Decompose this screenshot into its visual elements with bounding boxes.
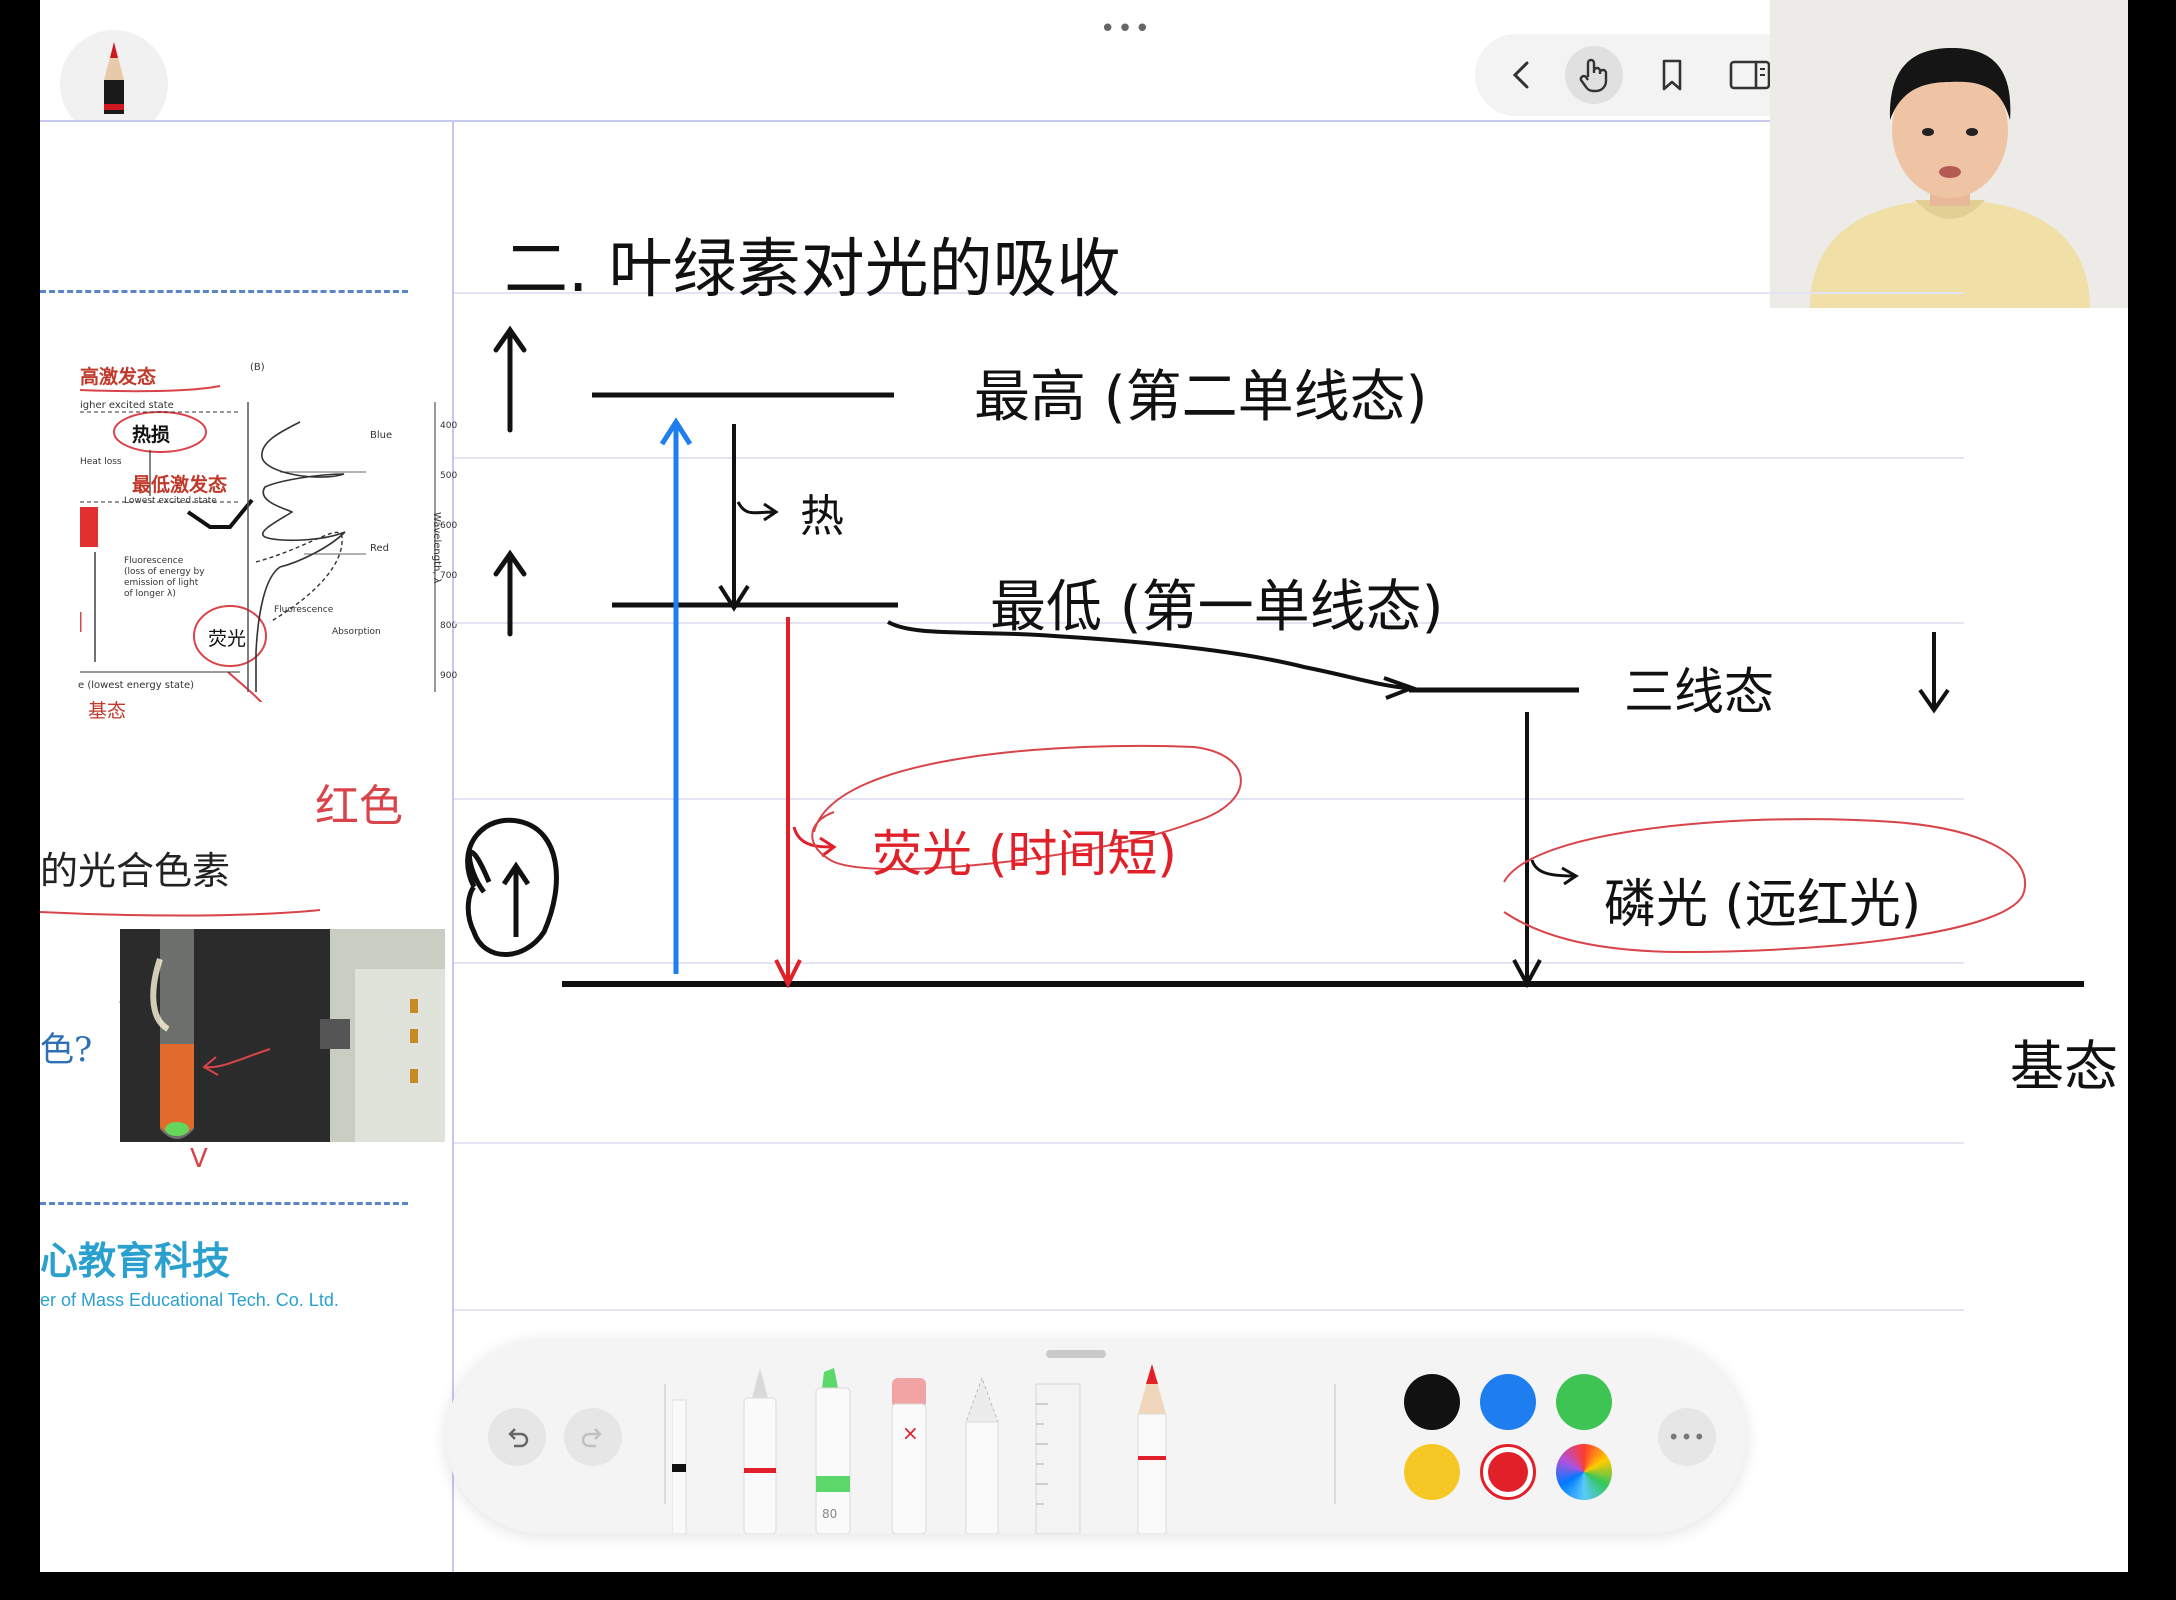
color-blue-swatch[interactable] bbox=[1480, 1374, 1536, 1430]
color-question-text: 色? bbox=[40, 1030, 93, 1070]
ground-state-en: e (lowest energy state) bbox=[78, 680, 195, 691]
triplet-label: 三线态 bbox=[1624, 663, 1774, 721]
energy-spectrum-svg bbox=[70, 385, 436, 763]
toolbar-separator bbox=[1334, 1384, 1336, 1504]
energy-level-diagram bbox=[465, 325, 2084, 989]
fluorescence-label: 荧光 (时间短) bbox=[872, 825, 1177, 883]
color-red-fill bbox=[1488, 1452, 1528, 1492]
absorption-curve-label: Absorption bbox=[332, 627, 381, 637]
fineliner-tool[interactable] bbox=[743, 1368, 777, 1534]
higher-state-en: igher excited state bbox=[80, 400, 174, 411]
lasso-tool[interactable] bbox=[965, 1376, 999, 1534]
tool-set: 80 × bbox=[672, 1364, 1167, 1534]
app-screen: ••• 高激发态 (B) igher excited state 热损 Heat… bbox=[40, 0, 2128, 1572]
pencil-tool[interactable] bbox=[1137, 1364, 1167, 1534]
hand-tool-button[interactable] bbox=[1565, 46, 1623, 104]
color-black-swatch[interactable] bbox=[1404, 1374, 1460, 1430]
toolbar-separator bbox=[664, 1384, 666, 1504]
pen-redo-button[interactable] bbox=[564, 1408, 622, 1466]
higher-state-label: 高激发态 bbox=[80, 366, 157, 388]
marker-size-label: 80 bbox=[822, 1507, 837, 1521]
highest-level-label: 最高 (第二单线态) bbox=[974, 365, 1428, 430]
red-peak-label: Red bbox=[370, 543, 389, 554]
color-red-swatch-selected[interactable] bbox=[1480, 1444, 1536, 1500]
redo-icon bbox=[581, 1428, 602, 1448]
pen-tool[interactable] bbox=[672, 1399, 687, 1534]
fluorescence-note: Fluorescence (loss of energy by emission… bbox=[124, 556, 205, 599]
company-logo-en: er of Mass Educational Tech. Co. Ltd. bbox=[40, 1290, 339, 1310]
svg-text:×: × bbox=[902, 1421, 919, 1445]
dashed-divider bbox=[40, 290, 408, 293]
lowest-state-label: 最低激发态 bbox=[132, 474, 228, 496]
blue-peak-label: Blue bbox=[370, 430, 393, 441]
marker-tool[interactable]: 80 bbox=[815, 1368, 851, 1534]
pen-toolbar: 80 × ••• bbox=[446, 1340, 1746, 1534]
phosphorescence-label: 磷光 (远红光) bbox=[1604, 875, 1922, 935]
undo-icon bbox=[508, 1428, 529, 1448]
red-color-note: 红色 bbox=[315, 781, 403, 832]
heat-loss-label: 热损 bbox=[132, 424, 171, 446]
panel-label: (B) bbox=[250, 362, 265, 373]
bookmark-icon bbox=[1662, 59, 1682, 91]
company-logo-cn: 心教育科技 bbox=[40, 1239, 231, 1283]
color-yellow-swatch[interactable] bbox=[1404, 1444, 1460, 1500]
ruler-tool[interactable] bbox=[1035, 1383, 1081, 1534]
fluorescence-curve-label: Fluorescence bbox=[274, 605, 334, 615]
eraser-tool[interactable]: × bbox=[891, 1378, 927, 1534]
pigments-text: 的光合色素 bbox=[40, 849, 231, 893]
back-icon bbox=[1512, 61, 1529, 89]
test-tube-image bbox=[120, 929, 445, 1142]
pen-more-button[interactable]: ••• bbox=[1658, 1408, 1716, 1466]
color-green-swatch[interactable] bbox=[1556, 1374, 1612, 1430]
lowest-level-label: 最低 (第一单线态) bbox=[990, 575, 1444, 640]
dashed-divider-bottom bbox=[40, 1202, 408, 1205]
test-tube-photo bbox=[120, 929, 445, 1142]
heat-label: 热 bbox=[800, 491, 844, 542]
ground-state-note: 基态 bbox=[2010, 1035, 2118, 1098]
multitasking-grabber[interactable]: ••• bbox=[1100, 14, 1152, 44]
red-underline bbox=[40, 909, 321, 917]
color-picker-wheel[interactable] bbox=[1556, 1444, 1612, 1500]
more-icon: ••• bbox=[1667, 1425, 1707, 1449]
sidebar-panel-icon bbox=[1729, 60, 1771, 90]
v-mark: V bbox=[190, 1144, 208, 1174]
bookmark-button[interactable] bbox=[1643, 46, 1701, 104]
spectrum-figure: 高激发态 (B) igher excited state 热损 Heat los… bbox=[70, 362, 457, 763]
toolbar-handle[interactable] bbox=[1046, 1350, 1106, 1358]
ground-state-label: 基态 bbox=[88, 700, 127, 722]
lowest-state-en: Lowest excited state bbox=[124, 496, 217, 506]
reference-page[interactable]: 高激发态 (B) igher excited state 热损 Heat los… bbox=[40, 122, 457, 1572]
heat-loss-en: Heat loss bbox=[80, 457, 122, 467]
back-button[interactable] bbox=[1493, 46, 1551, 104]
pen-undo-button[interactable] bbox=[488, 1408, 546, 1466]
fluorescence-cn-label: 荧光 bbox=[208, 628, 247, 650]
hand-icon bbox=[1579, 58, 1608, 93]
